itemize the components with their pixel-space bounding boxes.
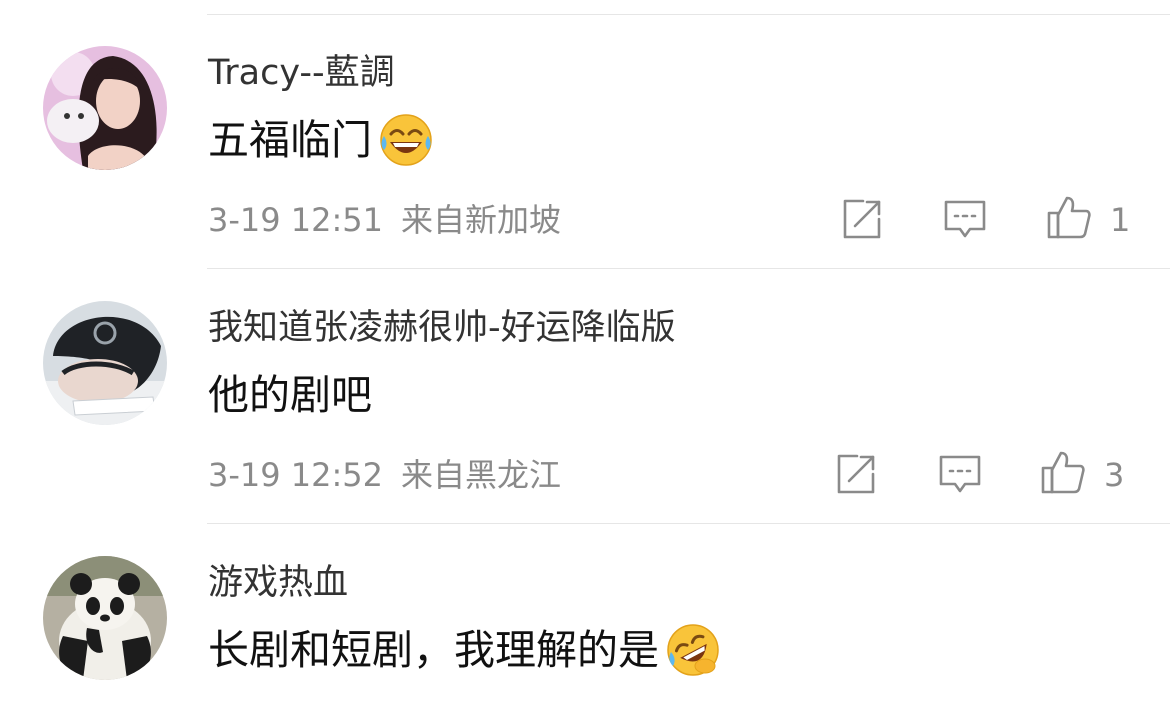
comment-text-row: 五福临门 [208,111,434,169]
rolling-laughing-emoji [665,622,721,678]
like-count: 3 [1104,456,1125,494]
comment-icon[interactable] [942,196,988,242]
avatar[interactable] [43,301,167,425]
avatar[interactable] [43,556,167,680]
comment-time: 3-19 12:51 [208,201,384,239]
comment-location: 来自新加坡 [401,201,562,239]
comment-text: 他的剧吧 [208,371,372,419]
comment-text-row: 长剧和短剧，我理解的是 [208,621,721,679]
share-icon[interactable] [839,196,885,242]
username[interactable]: Tracy--藍調 [208,51,395,95]
comment-icon[interactable] [937,451,983,497]
share-icon[interactable] [833,451,879,497]
laughing-tears-emoji [378,112,434,168]
username[interactable]: 我知道张凌赫很帅-好运降临版 [208,306,676,350]
divider [207,268,1170,269]
divider [207,14,1170,15]
divider [207,523,1170,524]
thumbs-up-icon[interactable] [1040,449,1086,495]
comment-meta: 3-19 12:52 来自黑龙江 [208,455,561,495]
comment-meta: 3-19 12:51 来自新加坡 [208,200,561,240]
comment-text: 长剧和短剧，我理解的是 [208,626,659,674]
like-count: 1 [1110,201,1131,239]
comment-text: 五福临门 [208,116,372,164]
avatar[interactable] [43,46,167,170]
comment-location: 来自黑龙江 [401,456,562,494]
thumbs-up-icon[interactable] [1046,194,1092,240]
comment-list: Tracy--藍調 五福临门 3-19 12:51 来自新加坡 1 我知道张凌赫… [0,0,1170,702]
comment-text-row: 他的剧吧 [208,366,372,424]
comment-time: 3-19 12:52 [208,456,384,494]
username[interactable]: 游戏热血 [208,561,348,605]
